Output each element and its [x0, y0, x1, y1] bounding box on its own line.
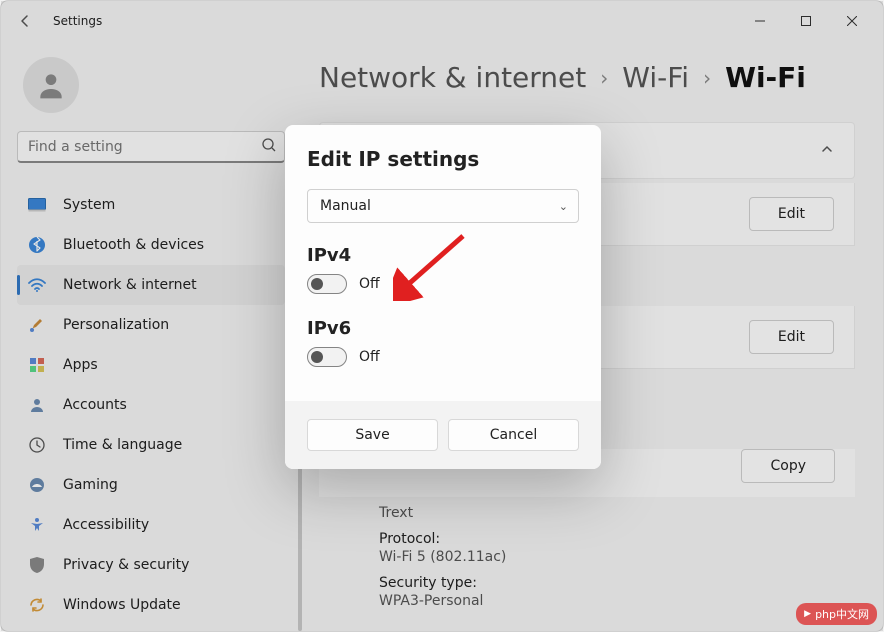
ip-mode-select[interactable]: Manual ⌄	[307, 189, 579, 223]
cancel-button[interactable]: Cancel	[448, 419, 579, 451]
ipv4-label: IPv4	[307, 245, 579, 266]
ipv6-toggle[interactable]	[307, 347, 347, 367]
save-button[interactable]: Save	[307, 419, 438, 451]
ipv4-state: Off	[359, 276, 380, 292]
dialog-footer: Save Cancel	[285, 401, 601, 469]
edit-ip-dialog: Edit IP settings Manual ⌄ IPv4 Off IPv6 …	[285, 125, 601, 469]
chevron-down-icon: ⌄	[559, 200, 568, 213]
watermark: php中文网	[796, 603, 877, 625]
ipv6-state: Off	[359, 349, 380, 365]
dialog-title: Edit IP settings	[307, 147, 579, 171]
ipv4-toggle[interactable]	[307, 274, 347, 294]
select-value: Manual	[320, 198, 371, 214]
ipv6-label: IPv6	[307, 318, 579, 339]
